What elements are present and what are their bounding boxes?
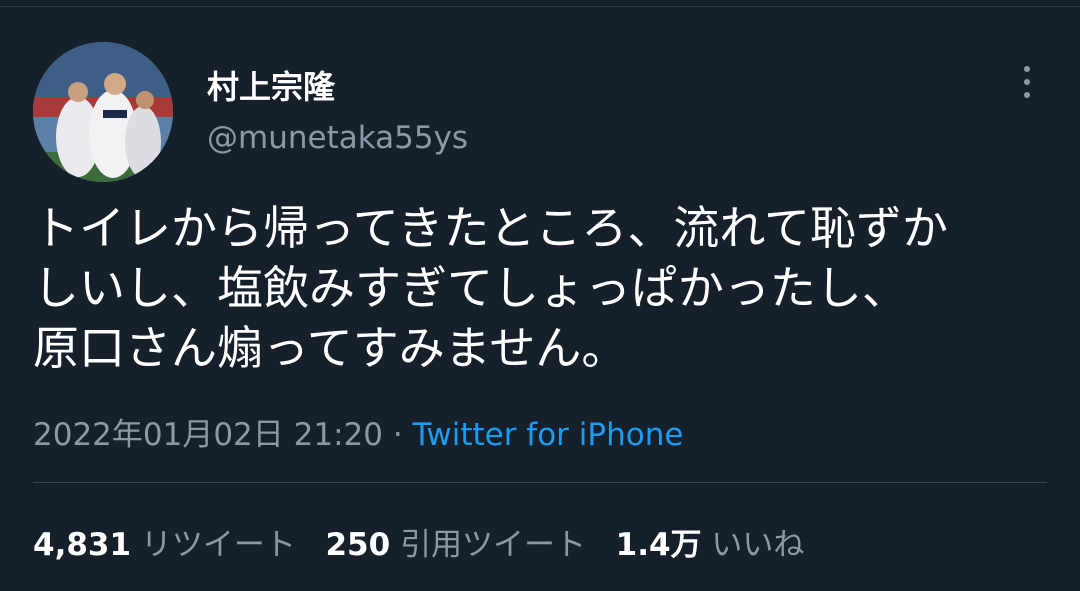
tweet-text-line: しいし、塩飲みすぎてしょっぱかったし、	[33, 261, 908, 315]
tweet-text-line: 原口さん煽ってすみません。	[33, 321, 628, 375]
retweets-label: リツイート	[140, 527, 296, 563]
display-name[interactable]: 村上宗隆	[207, 62, 335, 108]
tweet-source-link[interactable]: Twitter for iPhone	[413, 417, 684, 453]
tweet-meta: 2022年01月02日 21:20 · Twitter for iPhone	[33, 409, 683, 454]
quotes-stat[interactable]: 250 引用ツイート	[325, 527, 586, 563]
retweets-count: 4,831	[33, 527, 132, 563]
tweet-text: トイレから帰ってきたところ、流れて恥ずか しいし、塩飲みすぎてしょっぱかったし、…	[33, 198, 1063, 378]
more-options-button[interactable]	[1010, 64, 1044, 100]
avatar-photo	[33, 42, 173, 182]
tweet-timestamp[interactable]: 2022年01月02日 21:20	[33, 417, 383, 453]
meta-separator: ·	[382, 417, 413, 453]
tweet-text-line: トイレから帰ってきたところ、流れて恥ずか	[33, 201, 948, 255]
retweets-stat[interactable]: 4,831 リツイート	[33, 527, 296, 563]
likes-count: 1.4万	[615, 527, 702, 563]
user-handle[interactable]: @munetaka55ys	[207, 120, 468, 156]
quotes-count: 250	[325, 527, 391, 563]
avatar[interactable]	[33, 42, 173, 182]
quotes-label: 引用ツイート	[400, 527, 587, 563]
top-divider	[0, 6, 1080, 7]
likes-label: いいね	[711, 527, 805, 563]
tweet-stats: 4,831 リツイート 250 引用ツイート 1.4万 いいね	[33, 519, 804, 564]
likes-stat[interactable]: 1.4万 いいね	[616, 527, 805, 563]
stats-divider	[33, 482, 1047, 483]
